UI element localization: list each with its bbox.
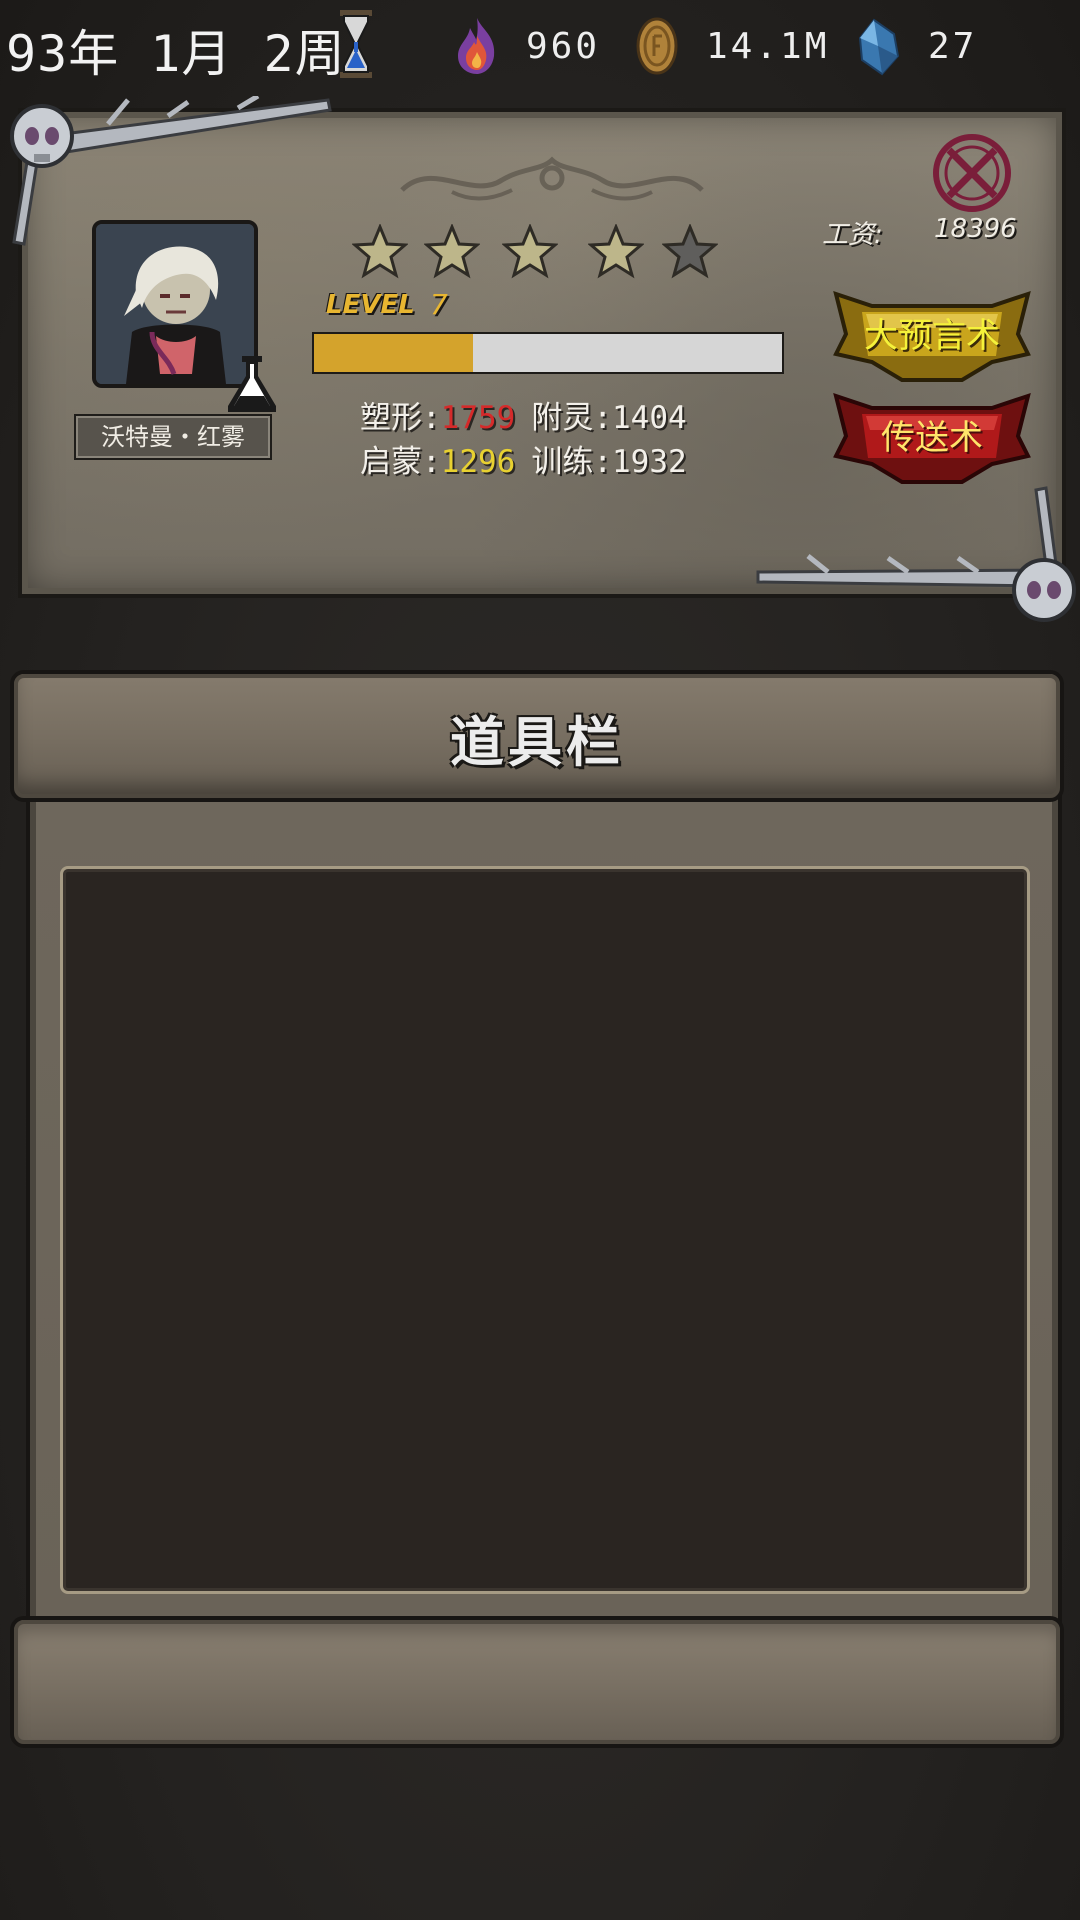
flame-icon — [458, 18, 495, 74]
coin-value: 14.1M — [706, 25, 830, 67]
inventory-item-area[interactable] — [60, 866, 1030, 1594]
great-prophecy-button[interactable]: 大预言术 — [832, 284, 1032, 384]
character-name: 沃特曼・红雾 — [74, 414, 272, 460]
inventory-scroll-header: 道具栏 — [10, 670, 1064, 802]
coin-icon — [636, 17, 678, 75]
resource-coin: 14.1M — [632, 16, 829, 76]
resource-crystal: 27 — [854, 16, 977, 76]
status-bar: 93年 1月 2周 960 14.1M 27 — [0, 0, 1080, 90]
stat-training-value: 1932 — [612, 444, 687, 480]
level-label: LEVEL — [326, 290, 415, 320]
flask-icon[interactable] — [222, 352, 282, 414]
stat-row-2: 启蒙:1296 训练:1932 — [360, 436, 687, 481]
stat-training-label: 训练: — [531, 444, 612, 480]
game-date: 93年 1月 2周 — [6, 25, 346, 83]
stat-enchant-label: 附灵: — [531, 400, 612, 436]
scroll-ornament — [400, 156, 704, 201]
hourglass-icon[interactable] — [338, 8, 374, 80]
character-card: 沃特曼・红雾 LEVEL 7 塑形:1759 附灵:1404 启蒙:1296 训练:… — [10, 96, 1076, 622]
inventory-title: 道具栏 — [450, 711, 624, 774]
crystal-value: 27 — [928, 25, 978, 67]
star-empty-icon — [662, 224, 718, 279]
star-filled-icon — [588, 224, 644, 279]
stat-shaping-label: 塑形: — [360, 400, 441, 436]
star-filled-icon — [352, 224, 408, 279]
resource-flame: 960 — [452, 16, 600, 76]
teleport-label: 传送术 — [881, 418, 983, 458]
star-rating — [352, 224, 752, 284]
cancel-sigil-icon[interactable] — [927, 132, 1017, 214]
skull-bone-decoration — [756, 486, 1076, 622]
experience-bar — [312, 332, 784, 374]
stat-row-1: 塑形:1759 附灵:1404 — [360, 392, 687, 437]
star-filled-icon — [502, 224, 558, 279]
wage-label: 工资: — [822, 220, 883, 250]
great-prophecy-label: 大预言术 — [864, 316, 1000, 356]
stat-enlighten-label: 启蒙: — [360, 444, 441, 480]
stat-enlighten-value: 1296 — [440, 444, 516, 480]
star-filled-icon — [424, 224, 480, 279]
level-value: 7 — [430, 288, 448, 321]
crystal-icon — [858, 18, 900, 76]
wage-value: 18396 — [934, 214, 1017, 244]
stat-shaping-value: 1759 — [440, 400, 516, 436]
inventory-scroll-footer — [10, 1616, 1064, 1748]
teleport-button[interactable]: 传送术 — [832, 386, 1032, 486]
stat-enchant-value: 1404 — [612, 400, 687, 436]
flame-value: 960 — [526, 25, 601, 67]
experience-bar-fill — [314, 334, 474, 372]
